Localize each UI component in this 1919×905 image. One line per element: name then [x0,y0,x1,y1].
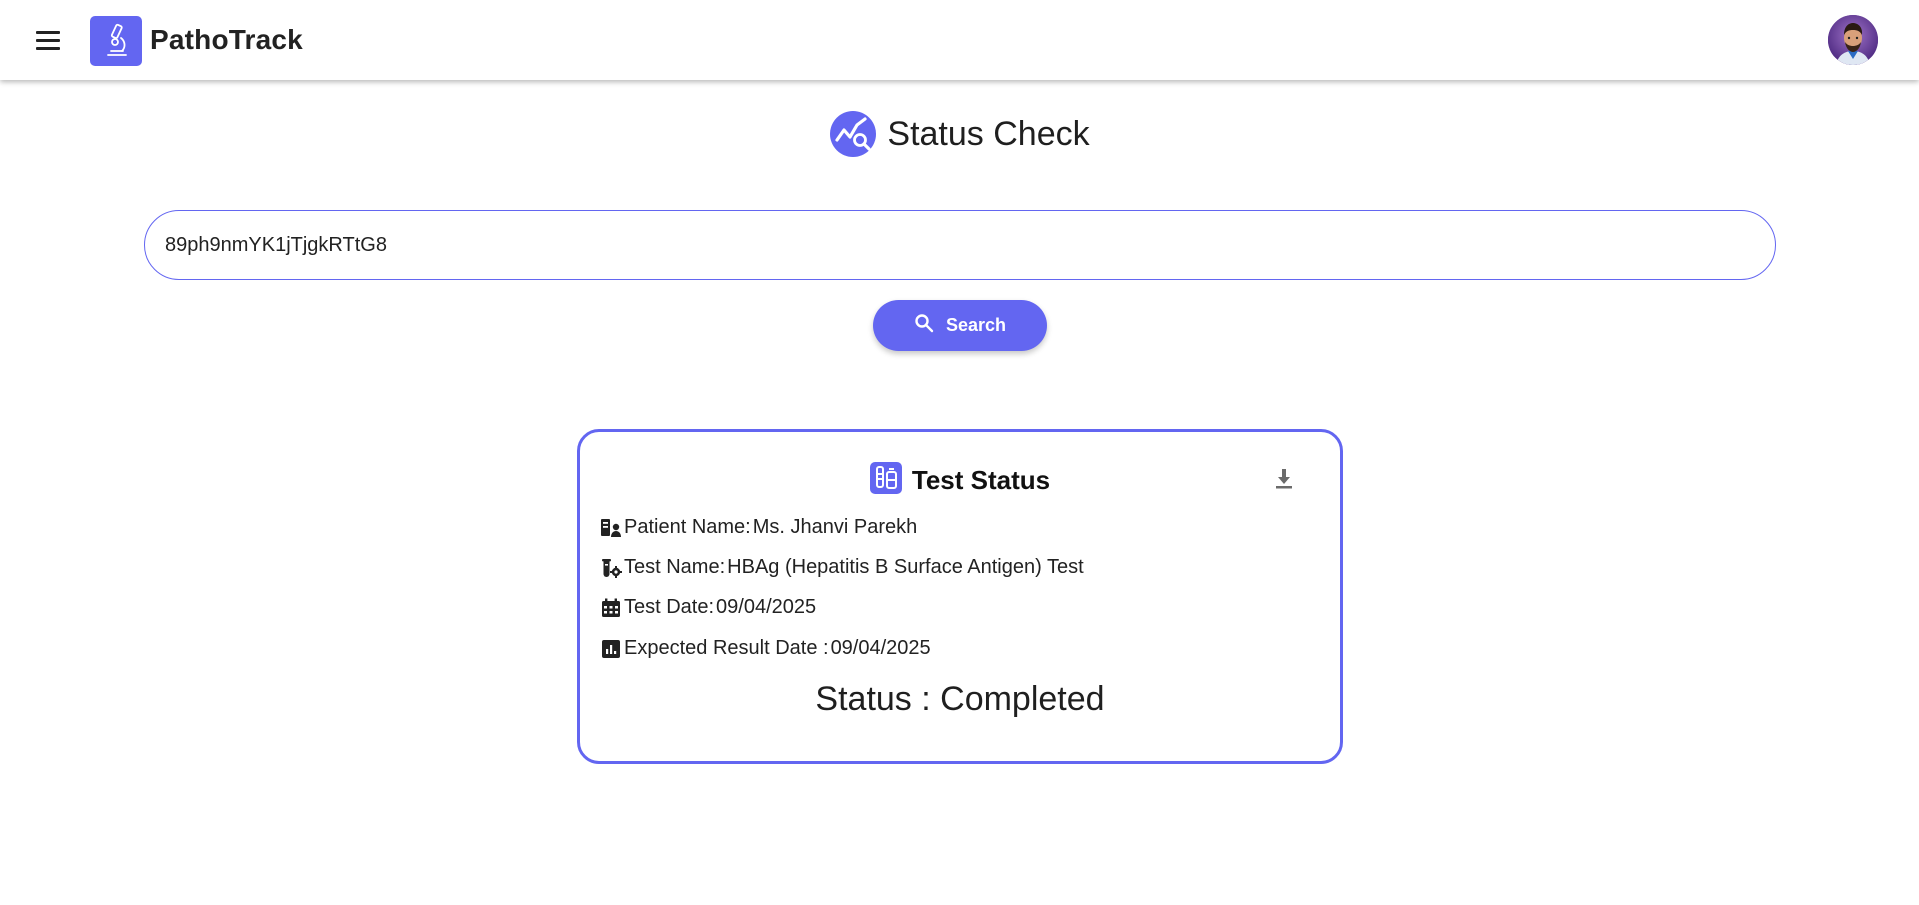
test-name-row: Test Name: HBAg (Hepatitis B Surface Ant… [600,556,1084,579]
card-title: Test Status [911,465,1051,495]
test-date-value: 09/04/2025 [716,596,817,618]
calendar-icon [600,597,622,619]
status-text: Status : Completed [815,680,1105,718]
patient-name-row: Patient Name: Ms. Jhanvi Parekh [600,516,917,539]
expected-result-date-row: Expected Result Date : 09/04/2025 [600,637,931,660]
brand-name[interactable]: PathoTrack [150,24,303,56]
card-header: Test Status [580,462,1340,499]
patient-name-label: Patient Name: [624,516,751,538]
microscope-icon[interactable] [90,16,142,66]
test-settings-icon [600,557,622,579]
test-name-label: Test Name: [624,556,726,578]
test-date-label: Test Date: [624,596,715,618]
download-icon[interactable] [1268,462,1300,494]
search-button-label: Search [945,315,1007,335]
chart-icon [600,638,622,660]
test-name-value: HBAg (Hepatitis B Surface Antigen) Test [727,556,1084,578]
patient-icon [600,517,622,539]
search-input[interactable] [144,210,1776,280]
page-title: Status Check [887,114,1090,153]
search-button[interactable]: Search [873,300,1047,351]
test-tube-icon [869,462,902,499]
search-icon [914,313,934,338]
expected-result-date-label: Expected Result Date : [624,637,829,659]
page-title-row: Status Check [0,110,1919,158]
menu-icon[interactable] [30,24,66,56]
test-status-card: Test Status Patient Name: Ms. Jhanvi Par… [577,429,1343,764]
avatar[interactable] [1828,15,1878,65]
top-bar: PathoTrack [0,0,1919,80]
patient-name-value: Ms. Jhanvi Parekh [752,516,918,538]
expected-result-date-value: 09/04/2025 [830,637,931,659]
analytics-search-icon [829,110,877,158]
test-date-row: Test Date: 09/04/2025 [600,596,816,619]
